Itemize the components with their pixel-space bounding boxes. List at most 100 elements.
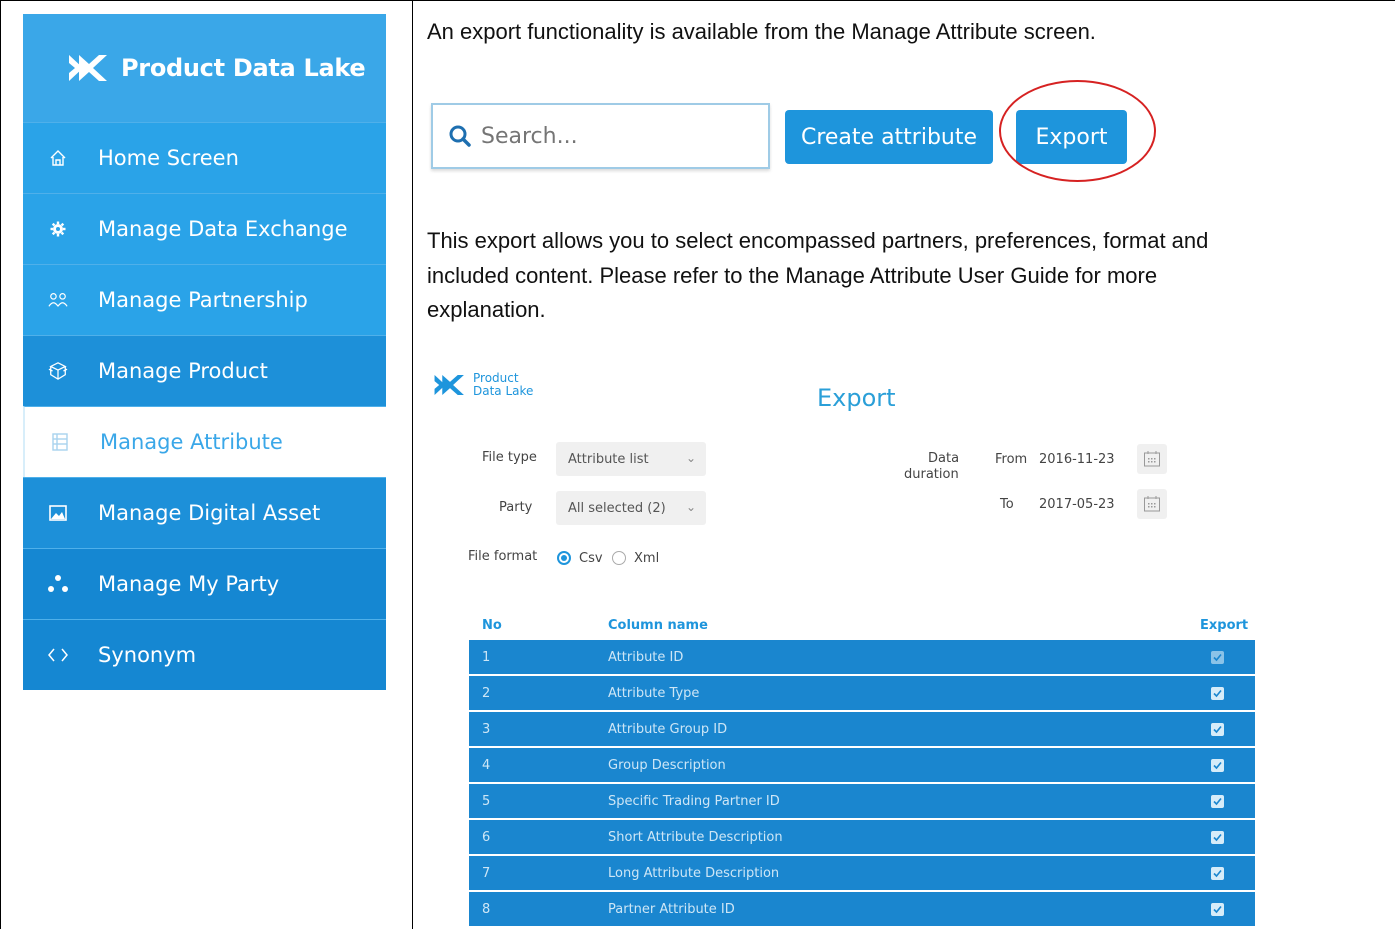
document-frame: Product Data Lake Home Screen Manage Dat… xyxy=(0,0,1395,929)
sidebar-item-digital-asset[interactable]: Manage Digital Asset xyxy=(23,477,386,548)
file-type-value: Attribute list xyxy=(568,451,649,467)
export-checkbox[interactable] xyxy=(1211,723,1224,736)
data-duration-label-2: duration xyxy=(904,467,959,482)
box-icon xyxy=(48,361,68,381)
search-box[interactable] xyxy=(431,103,770,169)
table-row: 8 Partner Attribute ID xyxy=(469,892,1255,926)
table-row: 5 Specific Trading Partner ID xyxy=(469,784,1255,818)
sidebar-item-label: Manage Attribute xyxy=(100,430,283,454)
sidebar-item-synonym[interactable]: Synonym xyxy=(23,619,386,690)
row-no: 8 xyxy=(482,902,491,917)
table-row: 4 Group Description xyxy=(469,748,1255,782)
xml-radio[interactable] xyxy=(612,551,626,565)
row-column-name: Long Attribute Description xyxy=(608,866,780,881)
sidebar: Product Data Lake Home Screen Manage Dat… xyxy=(23,14,386,690)
arrows-icon xyxy=(48,645,68,665)
gear-icon xyxy=(48,219,68,239)
image-icon xyxy=(48,503,68,523)
list-icon xyxy=(50,432,70,452)
data-duration-label-1: Data xyxy=(928,451,960,466)
sidebar-item-attribute[interactable]: Manage Attribute xyxy=(23,406,386,477)
table-header: No Column name Export xyxy=(469,614,1255,638)
row-column-name: Short Attribute Description xyxy=(608,830,783,845)
export-logo: Product Data Lake xyxy=(433,370,533,400)
network-icon xyxy=(48,574,68,594)
sidebar-item-data-exchange[interactable]: Manage Data Exchange xyxy=(23,193,386,264)
sidebar-item-label: Synonym xyxy=(98,643,197,667)
home-icon xyxy=(48,148,68,168)
file-type-label: File type xyxy=(482,450,537,465)
row-column-name: Partner Attribute ID xyxy=(608,902,735,917)
chevron-down-icon: ⌄ xyxy=(685,451,696,465)
table-row: 1 Attribute ID xyxy=(469,640,1255,674)
export-checkbox[interactable] xyxy=(1211,831,1224,844)
sidebar-item-home[interactable]: Home Screen xyxy=(23,122,386,193)
row-no: 4 xyxy=(482,758,491,773)
create-attribute-button[interactable]: Create attribute xyxy=(785,110,993,164)
col-name-header: Column name xyxy=(608,618,708,633)
row-no: 2 xyxy=(482,686,491,701)
row-no: 7 xyxy=(482,866,491,881)
sidebar-item-label: Manage Product xyxy=(98,359,268,383)
export-logo-line2: Data Lake xyxy=(473,384,534,398)
file-format-label: File format xyxy=(468,549,538,564)
export-checkbox[interactable] xyxy=(1211,903,1224,916)
row-no: 5 xyxy=(482,794,491,809)
row-column-name: Attribute ID xyxy=(608,650,684,665)
sidebar-item-partnership[interactable]: Manage Partnership xyxy=(23,264,386,335)
calendar-icon[interactable] xyxy=(1137,489,1167,519)
search-icon xyxy=(449,125,471,147)
csv-radio[interactable] xyxy=(557,551,571,565)
row-column-name: Group Description xyxy=(608,758,726,773)
description-line-3: explanation. xyxy=(427,297,546,322)
table-row: 7 Long Attribute Description xyxy=(469,856,1255,890)
row-column-name: Attribute Type xyxy=(608,686,700,701)
sidebar-item-product[interactable]: Manage Product xyxy=(23,335,386,406)
table-row: 3 Attribute Group ID xyxy=(469,712,1255,746)
chevron-down-icon: ⌄ xyxy=(685,500,696,514)
export-title: Export xyxy=(817,384,896,412)
border-top xyxy=(0,0,1395,1)
row-column-name: Specific Trading Partner ID xyxy=(608,794,780,809)
calendar-icon[interactable] xyxy=(1137,444,1167,474)
row-no: 6 xyxy=(482,830,491,845)
party-select[interactable]: All selected (2) ⌄ xyxy=(556,491,706,525)
description-line-2: included content. Please refer to the Ma… xyxy=(427,263,1158,288)
description-line-1: This export allows you to select encompa… xyxy=(427,228,1209,253)
sidebar-item-label: Manage Partnership xyxy=(98,288,308,312)
people-icon xyxy=(48,290,68,310)
sidebar-item-label: Manage Digital Asset xyxy=(98,501,321,525)
export-checkbox[interactable] xyxy=(1211,759,1224,772)
col-export-header: Export xyxy=(1200,618,1249,633)
xml-label: Xml xyxy=(634,551,660,566)
intro-text: An export functionality is available fro… xyxy=(427,19,1096,44)
export-table: 1 Attribute ID 2 Attribute Type 3 Attribute… xyxy=(469,640,1255,928)
from-label: From xyxy=(995,452,1028,467)
from-date-value[interactable]: 2016-11-23 xyxy=(1039,452,1115,467)
export-checkbox[interactable] xyxy=(1211,867,1224,880)
party-label: Party xyxy=(499,500,533,515)
content-area: An export functionality is available fro… xyxy=(413,14,1395,929)
highlight-circle xyxy=(999,80,1156,182)
table-row: 6 Short Attribute Description xyxy=(469,820,1255,854)
search-input[interactable] xyxy=(481,123,731,149)
border-left xyxy=(0,0,1,929)
to-date-value[interactable]: 2017-05-23 xyxy=(1039,497,1115,512)
to-label: To xyxy=(1000,497,1014,512)
row-no: 3 xyxy=(482,722,491,737)
export-checkbox[interactable] xyxy=(1211,687,1224,700)
brand-name: Product Data Lake xyxy=(121,54,366,82)
sidebar-logo: Product Data Lake xyxy=(23,14,386,122)
export-checkbox[interactable] xyxy=(1211,651,1224,664)
sidebar-item-label: Manage My Party xyxy=(98,572,280,596)
sidebar-item-label: Home Screen xyxy=(98,146,239,170)
table-row: 2 Attribute Type xyxy=(469,676,1255,710)
row-column-name: Attribute Group ID xyxy=(608,722,728,737)
brand-logo-icon xyxy=(434,374,464,396)
sidebar-item-my-party[interactable]: Manage My Party xyxy=(23,548,386,619)
brand-logo-icon xyxy=(69,55,107,81)
file-type-select[interactable]: Attribute list ⌄ xyxy=(556,442,706,476)
row-no: 1 xyxy=(482,650,491,665)
export-checkbox[interactable] xyxy=(1211,795,1224,808)
csv-label: Csv xyxy=(579,551,603,566)
